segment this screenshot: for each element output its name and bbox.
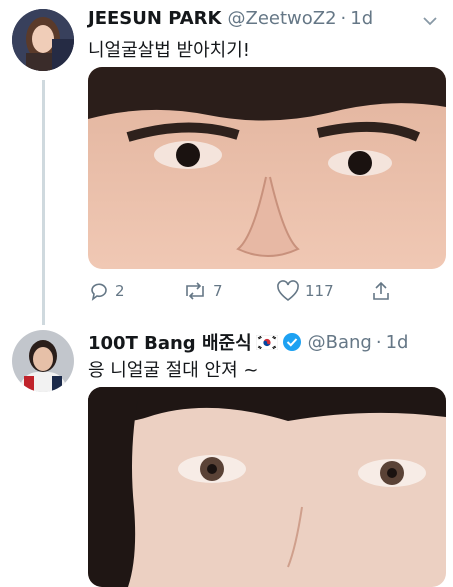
user-handle[interactable]: @ZeetwoZ2	[227, 8, 336, 29]
tweet-photo[interactable]	[88, 387, 446, 587]
like-count: 117	[305, 282, 334, 300]
reply-icon	[91, 283, 107, 301]
like-button[interactable]: 117	[276, 280, 334, 302]
reply-button[interactable]: 2	[88, 280, 125, 302]
retweet-count: 7	[213, 282, 223, 300]
avatar[interactable]	[12, 330, 74, 392]
timestamp[interactable]: 1d	[386, 332, 409, 353]
tweet-text: 니얼굴살법 받아치기!	[88, 40, 250, 61]
share-icon	[373, 281, 389, 300]
timestamp[interactable]: 1d	[350, 8, 373, 29]
south-korea-flag-icon	[255, 334, 278, 350]
thread-connector-line	[42, 80, 45, 325]
tweet-header: JEESUN PARK @ZeetwoZ2 · 1d	[88, 8, 373, 29]
verified-badge-icon	[282, 333, 301, 351]
tweet-header: 100T Bang 배준식 @Bang · 1d	[88, 329, 408, 355]
retweet-button[interactable]: 7	[182, 280, 223, 302]
chevron-down-icon[interactable]	[421, 12, 439, 30]
user-handle[interactable]: @Bang	[308, 332, 372, 353]
separator: ·	[375, 331, 382, 353]
tweet-actions: 2 7 117	[88, 280, 398, 306]
tweet-photo[interactable]	[88, 67, 446, 269]
retweet-icon	[186, 282, 204, 300]
tweet-text: 응 니얼굴 절대 안져 ~	[88, 360, 259, 381]
display-name[interactable]: 100T Bang 배준식	[88, 329, 252, 355]
heart-icon	[277, 280, 299, 302]
separator: ·	[340, 8, 347, 29]
avatar[interactable]	[12, 9, 74, 71]
share-button[interactable]	[370, 280, 397, 302]
reply-count: 2	[115, 282, 125, 300]
display-name[interactable]: JEESUN PARK	[88, 8, 221, 29]
